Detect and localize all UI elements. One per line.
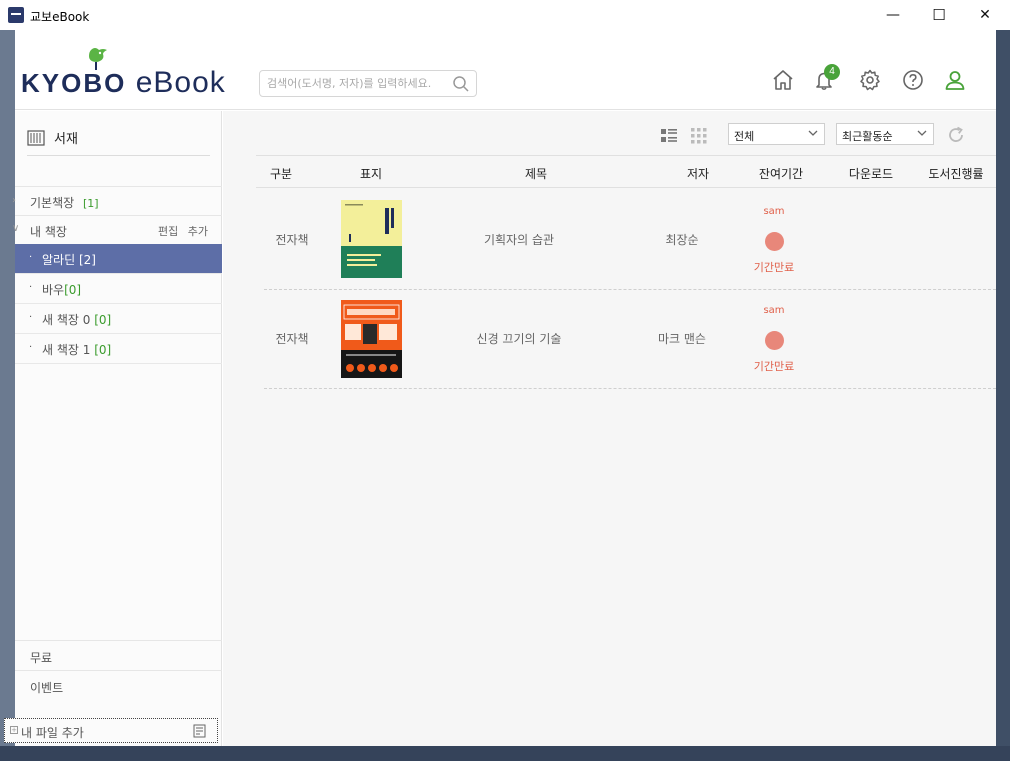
basic-shelf-label: 기본책장 [30, 196, 75, 210]
table-row[interactable]: 전자책 신경 끄기의 기술 마크 맨슨 sam 기간만료 [264, 290, 996, 389]
sidebar-item-label: 새 책장 0 [42, 313, 91, 327]
filter-select[interactable]: 전체 [728, 123, 825, 145]
status-dot [765, 232, 784, 251]
sidebar-item-count: [0] [64, 283, 82, 297]
sidebar-item-count: [0] [94, 313, 112, 327]
library-title-label: 서재 [54, 132, 78, 147]
main-panel: 전체 최근활동순 구분 표지 제목 저자 잔여기간 다운로드 도서진행률 전자책… [223, 111, 996, 746]
sidebar-item-label: 알라딘 [42, 253, 76, 267]
table-row[interactable]: 전자책 기획자의 습관 최장순 sam 기간만료 [264, 191, 996, 290]
free-label: 무료 [30, 651, 53, 665]
sidebar-item-label: 바우 [42, 283, 65, 297]
sidebar-item-bau[interactable]: · 바우[0] [15, 274, 222, 304]
book-cover[interactable] [341, 200, 402, 278]
library-icon [27, 129, 45, 146]
desktop-background-left [0, 30, 15, 746]
sidebar-free[interactable]: 무료 [15, 640, 222, 670]
sidebar-event[interactable]: 이벤트 [15, 670, 222, 700]
notification-badge: 4 [824, 64, 840, 80]
sidebar-item-label: 새 책장 1 [42, 343, 91, 357]
column-progress[interactable]: 도서진행률 [916, 165, 996, 182]
basic-shelf-row[interactable]: › 기본책장 [1] [12, 186, 222, 215]
search-icon[interactable] [452, 75, 470, 93]
table-header: 구분 표지 제목 저자 잔여기간 다운로드 도서진행률 [256, 155, 996, 188]
sidebar-item-aladin[interactable]: · 알라딘 [2] [15, 244, 222, 274]
my-shelf-label: 내 책장 [30, 225, 67, 239]
app-window: 교보eBook — ☐ ✕ KYOBO eBook 검색어(도서명, 저자)를 … [0, 0, 1010, 761]
row-store: sam [763, 206, 785, 217]
row-title[interactable]: 기획자의 습관 [449, 231, 589, 248]
row-status: 기간만료 [753, 261, 795, 274]
row-author: 최장순 [665, 233, 699, 247]
sidebar-item-count: [0] [94, 343, 112, 357]
basic-shelf-count: [1] [83, 197, 99, 210]
sidebar-item-new-shelf-1[interactable]: · 새 책장 1 [0] [15, 334, 222, 364]
search-box [259, 70, 477, 97]
edit-shelf-button[interactable]: 편집 [158, 225, 178, 238]
filter-select-value: 전체 [734, 130, 755, 143]
column-type[interactable]: 구분 [256, 165, 306, 182]
column-author[interactable]: 저자 [673, 165, 723, 182]
title-bar: 교보eBook — ☐ ✕ [0, 0, 1010, 30]
event-label: 이벤트 [30, 681, 64, 695]
header: KYOBO eBook 4 [15, 30, 996, 110]
window-title: 교보eBook [30, 10, 90, 24]
gear-icon[interactable] [858, 68, 882, 92]
app-icon [8, 7, 24, 23]
refresh-icon[interactable] [946, 125, 966, 145]
sidebar-item-count: [2] [78, 253, 96, 267]
column-download[interactable]: 다운로드 [831, 165, 911, 182]
logo-kyobo: KYOBO [21, 68, 127, 98]
column-title[interactable]: 제목 [491, 165, 581, 182]
desktop-background-right [996, 30, 1010, 761]
chevron-down-icon: ∨ [12, 223, 20, 234]
column-remaining[interactable]: 잔여기간 [746, 165, 816, 182]
desktop-background-bottom [0, 746, 1010, 761]
add-file-label: 내 파일 추가 [21, 726, 84, 740]
row-type: 전자책 [275, 332, 309, 346]
sort-select-value: 최근활동순 [842, 130, 893, 143]
notification-button[interactable]: 4 [813, 64, 840, 92]
note-icon [193, 724, 206, 738]
chevron-down-icon [808, 130, 818, 136]
status-dot [765, 331, 784, 350]
app-content: KYOBO eBook 4 [4, 30, 996, 746]
sidebar-item-new-shelf-0[interactable]: · 새 책장 0 [0] [15, 304, 222, 334]
sidebar: 서재 › 기본책장 [1] ∨ 내 책장 편집 추가 · 알라딘 [2] · 바… [4, 111, 222, 746]
my-shelf-row[interactable]: ∨ 내 책장 편집 추가 [12, 215, 222, 244]
logo[interactable]: KYOBO eBook [21, 66, 226, 100]
search-input[interactable] [260, 71, 445, 96]
row-title[interactable]: 신경 끄기의 기술 [449, 330, 589, 347]
list-view-icon[interactable] [660, 127, 678, 145]
logo-ebook: eBook [135, 66, 226, 99]
user-icon[interactable] [943, 68, 967, 92]
row-store: sam [763, 305, 785, 316]
book-cover[interactable] [341, 300, 402, 378]
add-file-button[interactable]: + 내 파일 추가 [4, 718, 218, 743]
sidebar-divider [27, 155, 210, 156]
help-icon[interactable] [901, 68, 925, 92]
chevron-right-icon: › [12, 195, 16, 206]
grid-view-icon[interactable] [690, 127, 708, 145]
plus-icon: + [10, 726, 18, 734]
row-author: 마크 맨슨 [658, 332, 706, 346]
maximize-button[interactable]: ☐ [916, 2, 962, 28]
minimize-button[interactable]: — [870, 2, 916, 28]
add-shelf-button[interactable]: 추가 [188, 225, 208, 238]
library-title[interactable]: 서재 [27, 128, 78, 147]
close-button[interactable]: ✕ [962, 2, 1008, 28]
home-icon[interactable] [771, 68, 795, 92]
column-cover[interactable]: 표지 [346, 165, 396, 182]
row-type: 전자책 [275, 233, 309, 247]
row-status: 기간만료 [753, 360, 795, 373]
chevron-down-icon [917, 130, 927, 136]
sort-select[interactable]: 최근활동순 [836, 123, 934, 145]
